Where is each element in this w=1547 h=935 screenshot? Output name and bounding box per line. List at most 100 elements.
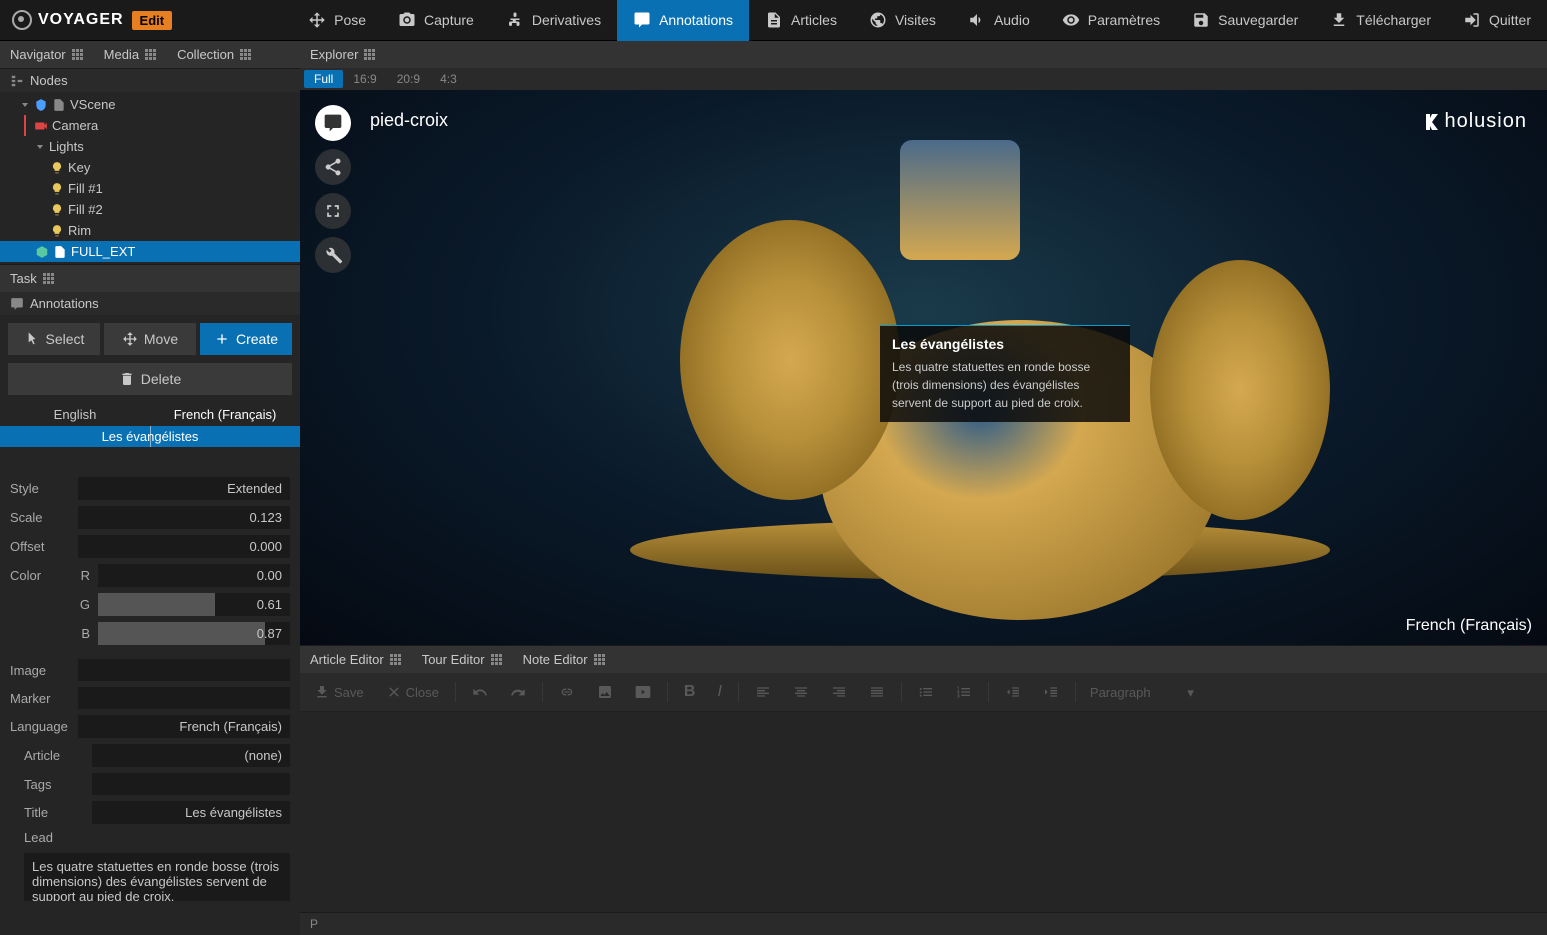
app-name: VOYAGER — [38, 11, 124, 29]
doc-icon — [52, 98, 66, 112]
editor-content-area[interactable] — [300, 712, 1547, 912]
edit-mode-badge: Edit — [132, 11, 173, 30]
english-tab[interactable]: English — [0, 403, 150, 426]
navigator-tab[interactable]: Navigator — [0, 41, 94, 68]
delete-button[interactable]: Delete — [8, 363, 292, 395]
annotation-list-item[interactable]: Les évangélistes — [0, 426, 300, 447]
marker-value[interactable] — [78, 687, 290, 709]
color-b-label: B — [78, 626, 90, 641]
editor-align-justify[interactable] — [859, 678, 895, 706]
image-label: Image — [10, 663, 70, 678]
aspect-169[interactable]: 16:9 — [343, 70, 386, 88]
title-value[interactable]: Les évangélistes — [92, 801, 290, 824]
language-value[interactable]: French (Français) — [78, 715, 290, 738]
vp-settings-tool[interactable] — [315, 237, 351, 273]
tools-icon — [323, 245, 343, 265]
create-button[interactable]: Create — [200, 323, 292, 355]
telecharger-button[interactable]: Télécharger — [1314, 0, 1447, 41]
tour-editor-tab[interactable]: Tour Editor — [412, 646, 513, 673]
vp-annotation-tool[interactable] — [315, 105, 351, 141]
light-icon — [50, 224, 64, 238]
article-value[interactable]: (none) — [92, 744, 290, 767]
select-button[interactable]: Select — [8, 323, 100, 355]
image-icon — [597, 684, 613, 700]
aspect-43[interactable]: 4:3 — [430, 70, 467, 88]
tree-camera[interactable]: Camera — [24, 115, 300, 136]
visites-button[interactable]: Visites — [853, 0, 952, 41]
tree-lights[interactable]: Lights — [0, 136, 300, 157]
annotations-button[interactable]: Annotations — [617, 0, 749, 41]
editor-bold[interactable]: B — [674, 677, 706, 707]
aspect-209[interactable]: 20:9 — [387, 70, 430, 88]
collection-tab[interactable]: Collection — [167, 41, 262, 68]
close-icon — [386, 684, 402, 700]
tree-key-light[interactable]: Key — [0, 157, 300, 178]
editor-undo[interactable] — [462, 678, 498, 706]
pose-button[interactable]: Pose — [292, 0, 382, 41]
editor-ul[interactable] — [908, 678, 944, 706]
tags-value[interactable] — [92, 773, 290, 795]
vp-share-tool[interactable] — [315, 149, 351, 185]
editor-align-center[interactable] — [783, 678, 819, 706]
annotation-overlay-text: Les quatre statuettes en ronde bosse (tr… — [892, 358, 1118, 412]
article-editor-tab[interactable]: Article Editor — [300, 646, 412, 673]
editor-align-left[interactable] — [745, 678, 781, 706]
annotation-overlay[interactable]: Les évangélistes Les quatre statuettes e… — [880, 325, 1130, 422]
hierarchy-icon — [10, 74, 24, 88]
lead-textarea[interactable] — [24, 853, 290, 901]
editor-redo[interactable] — [500, 678, 536, 706]
move-icon — [308, 11, 326, 29]
color-g-slider[interactable]: 0.61 — [98, 593, 290, 616]
lead-label: Lead — [24, 830, 84, 845]
editor-link[interactable] — [549, 678, 585, 706]
tree-rim-light[interactable]: Rim — [0, 220, 300, 241]
tree-fill2-light[interactable]: Fill #2 — [0, 199, 300, 220]
scale-slider[interactable]: 0.123 — [78, 506, 290, 529]
language-label: Language — [10, 719, 70, 734]
editor-image[interactable] — [587, 678, 623, 706]
voyager-logo-icon — [12, 10, 32, 30]
fullscreen-icon — [323, 201, 343, 221]
list-ol-icon — [956, 684, 972, 700]
tree-full-ext[interactable]: FULL_EXT — [0, 241, 300, 262]
editor-video[interactable] — [625, 678, 661, 706]
editor-outdent[interactable] — [995, 678, 1031, 706]
viewport-lang[interactable]: French (Français) — [1406, 617, 1532, 635]
style-value[interactable]: Extended — [78, 477, 290, 500]
capture-button[interactable]: Capture — [382, 0, 490, 41]
tree-vscene[interactable]: VScene — [0, 94, 300, 115]
aspect-full[interactable]: Full — [304, 70, 343, 88]
french-tab[interactable]: French (Français) — [150, 403, 300, 426]
grid-icon — [491, 654, 503, 666]
color-label: Color — [10, 568, 70, 583]
color-b-slider[interactable]: 0.87 — [98, 622, 290, 645]
offset-slider[interactable]: 0.000 — [78, 535, 290, 558]
explorer-tab[interactable]: Explorer — [300, 41, 386, 68]
editor-close[interactable]: Close — [376, 678, 449, 706]
editor-paragraph-select[interactable]: Paragraph — [1082, 681, 1202, 704]
nodes-header[interactable]: Nodes — [0, 69, 300, 92]
audio-icon — [968, 11, 986, 29]
note-editor-tab[interactable]: Note Editor — [513, 646, 616, 673]
comment-icon — [323, 113, 343, 133]
editor-save[interactable]: Save — [304, 678, 374, 706]
style-label: Style — [10, 481, 70, 496]
derivatives-button[interactable]: Derivatives — [490, 0, 617, 41]
editor-indent[interactable] — [1033, 678, 1069, 706]
tree-fill1-light[interactable]: Fill #1 — [0, 178, 300, 199]
media-tab[interactable]: Media — [94, 41, 167, 68]
3d-viewport[interactable]: pied-croix holusion French (Français) Le… — [300, 90, 1547, 645]
editor-ol[interactable] — [946, 678, 982, 706]
image-value[interactable] — [78, 659, 290, 681]
articles-button[interactable]: Articles — [749, 0, 853, 41]
share-icon — [323, 157, 343, 177]
sauvegarder-button[interactable]: Sauvegarder — [1176, 0, 1314, 41]
vp-fullscreen-tool[interactable] — [315, 193, 351, 229]
editor-align-right[interactable] — [821, 678, 857, 706]
parametres-button[interactable]: Paramètres — [1046, 0, 1176, 41]
editor-italic[interactable]: I — [707, 677, 731, 707]
move-button[interactable]: Move — [104, 323, 196, 355]
audio-button[interactable]: Audio — [952, 0, 1046, 41]
quitter-button[interactable]: Quitter — [1447, 0, 1547, 41]
color-r-slider[interactable]: 0.00 — [98, 564, 290, 587]
